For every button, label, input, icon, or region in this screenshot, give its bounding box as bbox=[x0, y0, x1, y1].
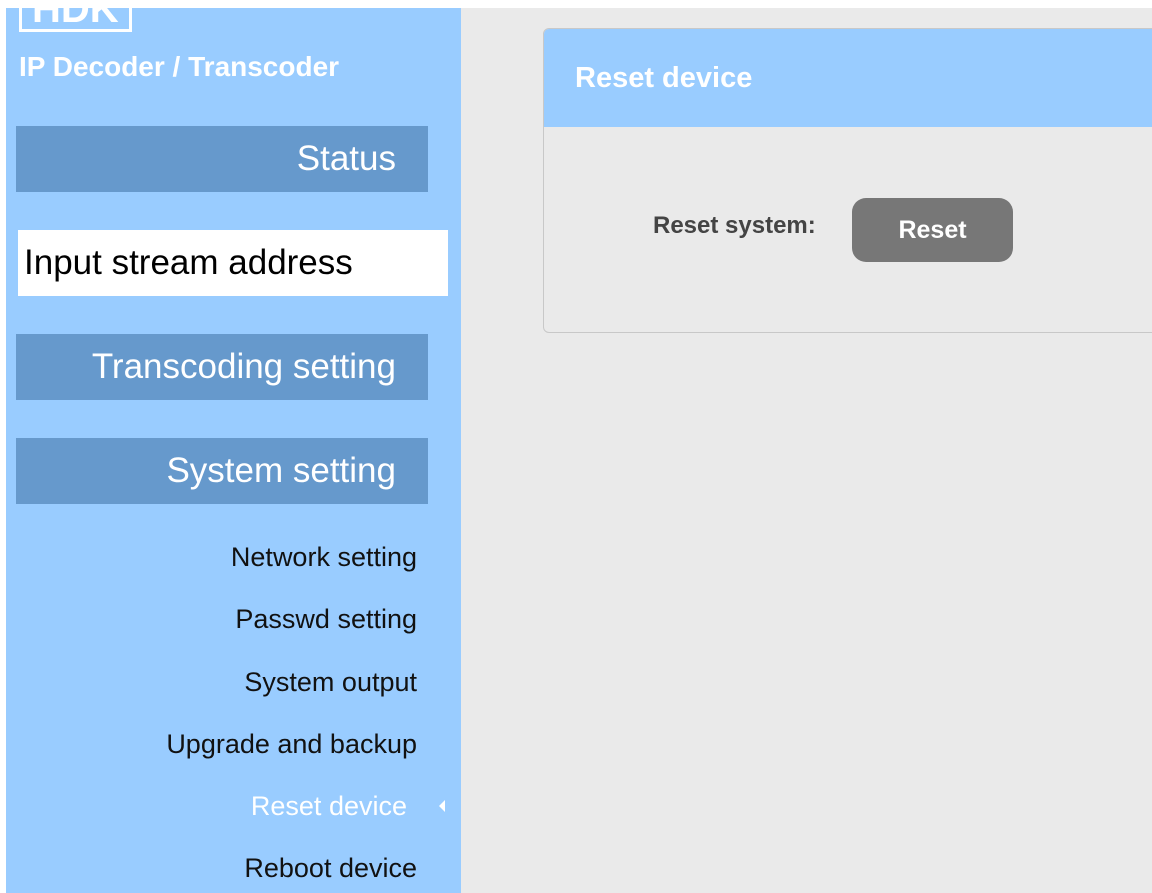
reset-button[interactable]: Reset bbox=[852, 198, 1013, 262]
sub-reboot-device[interactable]: Reboot device bbox=[244, 850, 417, 886]
panel-title: Reset device bbox=[544, 29, 1152, 127]
sub-passwd-setting[interactable]: Passwd setting bbox=[235, 601, 417, 637]
sub-network-setting[interactable]: Network setting bbox=[231, 539, 417, 575]
caret-left-icon bbox=[439, 800, 445, 812]
sub-upgrade-and-backup[interactable]: Upgrade and backup bbox=[166, 726, 417, 762]
sub-reset-device[interactable]: Reset device bbox=[251, 788, 407, 824]
reset-system-label: Reset system: bbox=[653, 212, 816, 239]
main-content: Reset device Reset system: Reset bbox=[461, 8, 1152, 893]
nav-system-setting[interactable]: System setting bbox=[16, 438, 428, 504]
page: HDK IP Decoder / Transcoder Status Input… bbox=[0, 0, 1152, 893]
sidebar: HDK IP Decoder / Transcoder Status Input… bbox=[6, 8, 461, 893]
nav-input-stream-address[interactable]: Input stream address bbox=[18, 230, 448, 296]
sub-system-output[interactable]: System output bbox=[244, 664, 417, 700]
nav-transcoding-setting[interactable]: Transcoding setting bbox=[16, 334, 428, 400]
product-name: IP Decoder / Transcoder bbox=[19, 51, 340, 82]
logo: HDK bbox=[19, 8, 132, 32]
nav-status[interactable]: Status bbox=[16, 126, 428, 192]
reset-device-panel: Reset device Reset system: Reset bbox=[543, 28, 1152, 333]
